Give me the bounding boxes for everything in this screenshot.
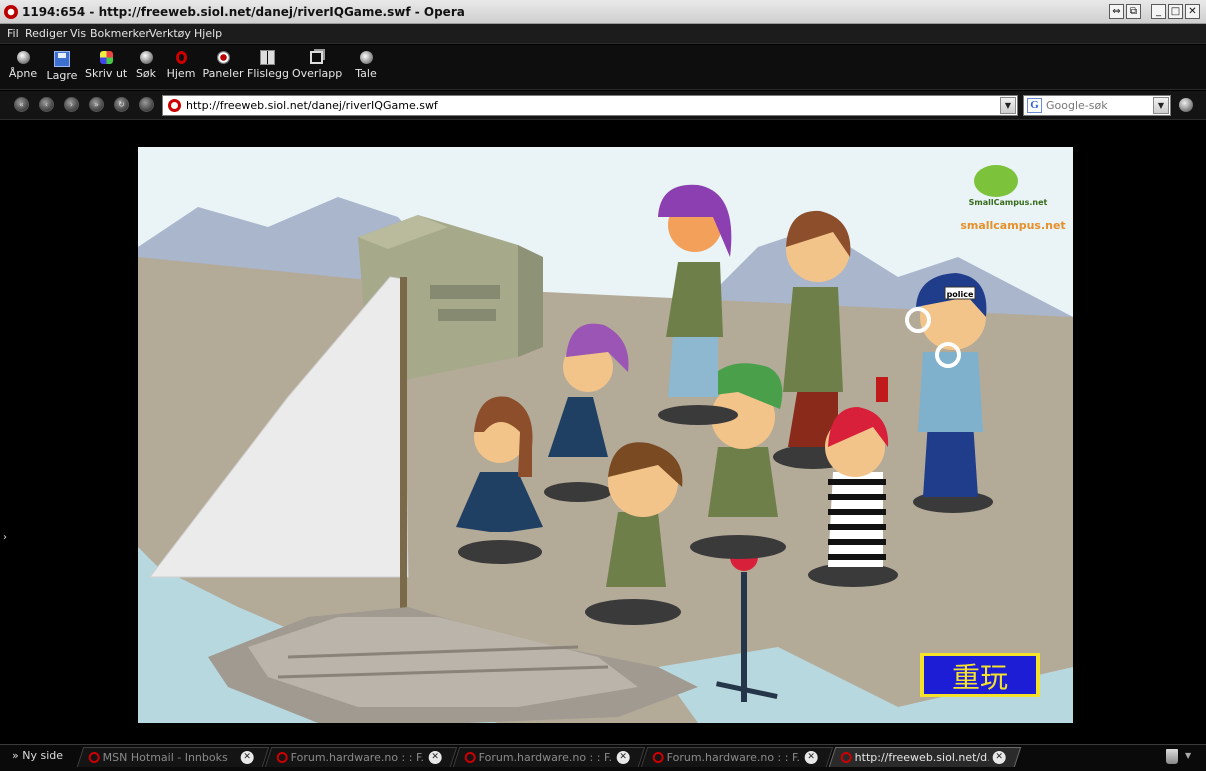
site-icon	[168, 99, 181, 112]
resize-handle-icon[interactable]: ⇔	[1109, 4, 1124, 19]
menu-bar: Fil Rediger Vis Bokmerker Verktøy Hjelp	[0, 24, 1206, 44]
trash-icon[interactable]	[1166, 749, 1178, 764]
page-content: › police SmallCampus.net smallcampus.net…	[0, 121, 1206, 743]
panel-toggle-icon[interactable]: ›	[3, 532, 7, 543]
save-label: Lagre	[46, 69, 78, 82]
search-label: Søk	[135, 67, 157, 80]
menu-view[interactable]: Vis	[70, 27, 86, 40]
replay-label: 重玩	[952, 661, 1008, 694]
search-go-icon[interactable]	[1179, 98, 1193, 112]
tile-icon	[259, 50, 275, 65]
search-button[interactable]: Søk	[134, 48, 158, 88]
save-button[interactable]: Lagre	[46, 48, 78, 88]
trash-dropdown-icon[interactable]: ▼	[1185, 751, 1191, 760]
restore-small-icon[interactable]: ⧉	[1126, 4, 1141, 19]
open-button[interactable]: Åpne	[8, 48, 38, 88]
tab-label: http://freeweb.siol.net/d...	[854, 751, 989, 764]
tab-item[interactable]: MSN Hotmail - Innboks ✕	[76, 747, 270, 767]
window-title: 1194:654 - http://freeweb.siol.net/danej…	[22, 5, 465, 19]
tab-bar: » Ny side MSN Hotmail - Innboks ✕ Forum.…	[0, 744, 1206, 771]
tab-close-icon[interactable]: ✕	[804, 751, 818, 764]
print-label: Skriv ut	[85, 67, 128, 80]
google-icon: G	[1027, 98, 1042, 113]
tab-label: Forum.hardware.no : : F...	[290, 751, 425, 764]
cascade-button[interactable]: Overlapp	[292, 48, 343, 88]
new-tab-button[interactable]: » Ny side	[12, 749, 63, 762]
save-icon	[54, 51, 70, 67]
tile-button[interactable]: Flislegg	[247, 48, 289, 88]
tile-label: Flislegg	[247, 67, 289, 80]
url-dropdown-button[interactable]: ▼	[1000, 97, 1016, 114]
opera-tab-icon	[464, 752, 476, 763]
address-bar: « ‹ › » ↻ ▼ G ▼	[0, 91, 1206, 120]
home-button[interactable]: Hjem	[166, 48, 196, 88]
url-field[interactable]: ▼	[162, 95, 1018, 116]
close-button[interactable]: ✕	[1185, 4, 1200, 19]
open-icon	[16, 51, 30, 64]
panels-label: Paneler	[202, 67, 244, 80]
mast	[400, 277, 407, 637]
print-icon	[99, 51, 113, 64]
cascade-label: Overlapp	[292, 67, 343, 80]
home-icon	[175, 51, 187, 64]
search-input[interactable]	[1046, 98, 1151, 113]
window-controls: ⇔ ⧉ _ □ ✕	[1109, 4, 1200, 19]
lever-post	[741, 572, 747, 702]
tab-close-icon[interactable]: ✕	[240, 751, 254, 764]
menu-help[interactable]: Hjelp	[194, 27, 222, 40]
replay-button[interactable]: 重玩	[920, 653, 1040, 697]
opera-tab-icon	[652, 752, 664, 763]
search-engine-dropdown[interactable]: ▼	[1153, 97, 1169, 114]
menu-tools[interactable]: Verktøy	[149, 27, 191, 40]
tab-label: MSN Hotmail - Innboks	[102, 751, 228, 764]
menu-file[interactable]: Fil	[7, 27, 19, 40]
police-label: police	[947, 290, 974, 299]
url-input[interactable]	[186, 98, 986, 113]
menu-bookmarks[interactable]: Bokmerker	[90, 27, 150, 40]
forward-button[interactable]: ›	[64, 97, 79, 112]
tab-close-icon[interactable]: ✕	[992, 751, 1006, 764]
opera-tab-icon	[840, 752, 852, 763]
stop-button[interactable]	[139, 97, 154, 112]
tab-item[interactable]: Forum.hardware.no : : F... ✕	[452, 747, 646, 767]
tab-item[interactable]: Forum.hardware.no : : F... ✕	[640, 747, 834, 767]
opera-logo-icon[interactable]	[4, 5, 18, 19]
open-label: Åpne	[8, 67, 38, 80]
speech-label: Tale	[355, 67, 377, 80]
home-label: Hjem	[166, 67, 196, 80]
tab-close-icon[interactable]: ✕	[428, 751, 442, 764]
flash-game[interactable]: police SmallCampus.net smallcampus.net 重…	[138, 147, 1073, 723]
minimize-button[interactable]: _	[1151, 4, 1166, 19]
tab-label: Forum.hardware.no : : F...	[478, 751, 613, 764]
panels-icon	[216, 51, 230, 64]
title-bar: 1194:654 - http://freeweb.siol.net/danej…	[0, 0, 1206, 24]
rewind-button[interactable]: «	[14, 97, 29, 112]
opera-tab-icon	[88, 752, 100, 763]
search-icon	[139, 51, 153, 64]
main-toolbar: Åpne Lagre Skriv ut Søk Hjem Paneler Fli…	[0, 45, 1206, 90]
print-button[interactable]: Skriv ut	[85, 48, 127, 88]
menu-edit[interactable]: Rediger	[25, 27, 67, 40]
fast-forward-button[interactable]: »	[89, 97, 104, 112]
tab-item[interactable]: Forum.hardware.no : : F... ✕	[264, 747, 458, 767]
maximize-button[interactable]: □	[1168, 4, 1183, 19]
tab-close-icon[interactable]: ✕	[616, 751, 630, 764]
reload-button[interactable]: ↻	[114, 97, 129, 112]
opera-window: 1194:654 - http://freeweb.siol.net/danej…	[0, 0, 1206, 771]
logo-small-text: SmallCampus.net	[969, 198, 1048, 207]
speech-icon	[359, 51, 373, 64]
cascade-icon	[309, 51, 323, 64]
back-button[interactable]: ‹	[39, 97, 54, 112]
tab-label: Forum.hardware.no : : F...	[666, 751, 801, 764]
opera-tab-icon	[276, 752, 288, 763]
panels-button[interactable]: Paneler	[202, 48, 244, 88]
logo-text: smallcampus.net	[960, 219, 1065, 232]
speech-button[interactable]: Tale	[352, 48, 380, 88]
search-field[interactable]: G ▼	[1023, 95, 1171, 116]
new-tab-label: Ny side	[22, 749, 64, 762]
tab-item-active[interactable]: http://freeweb.siol.net/d... ✕	[828, 747, 1022, 767]
